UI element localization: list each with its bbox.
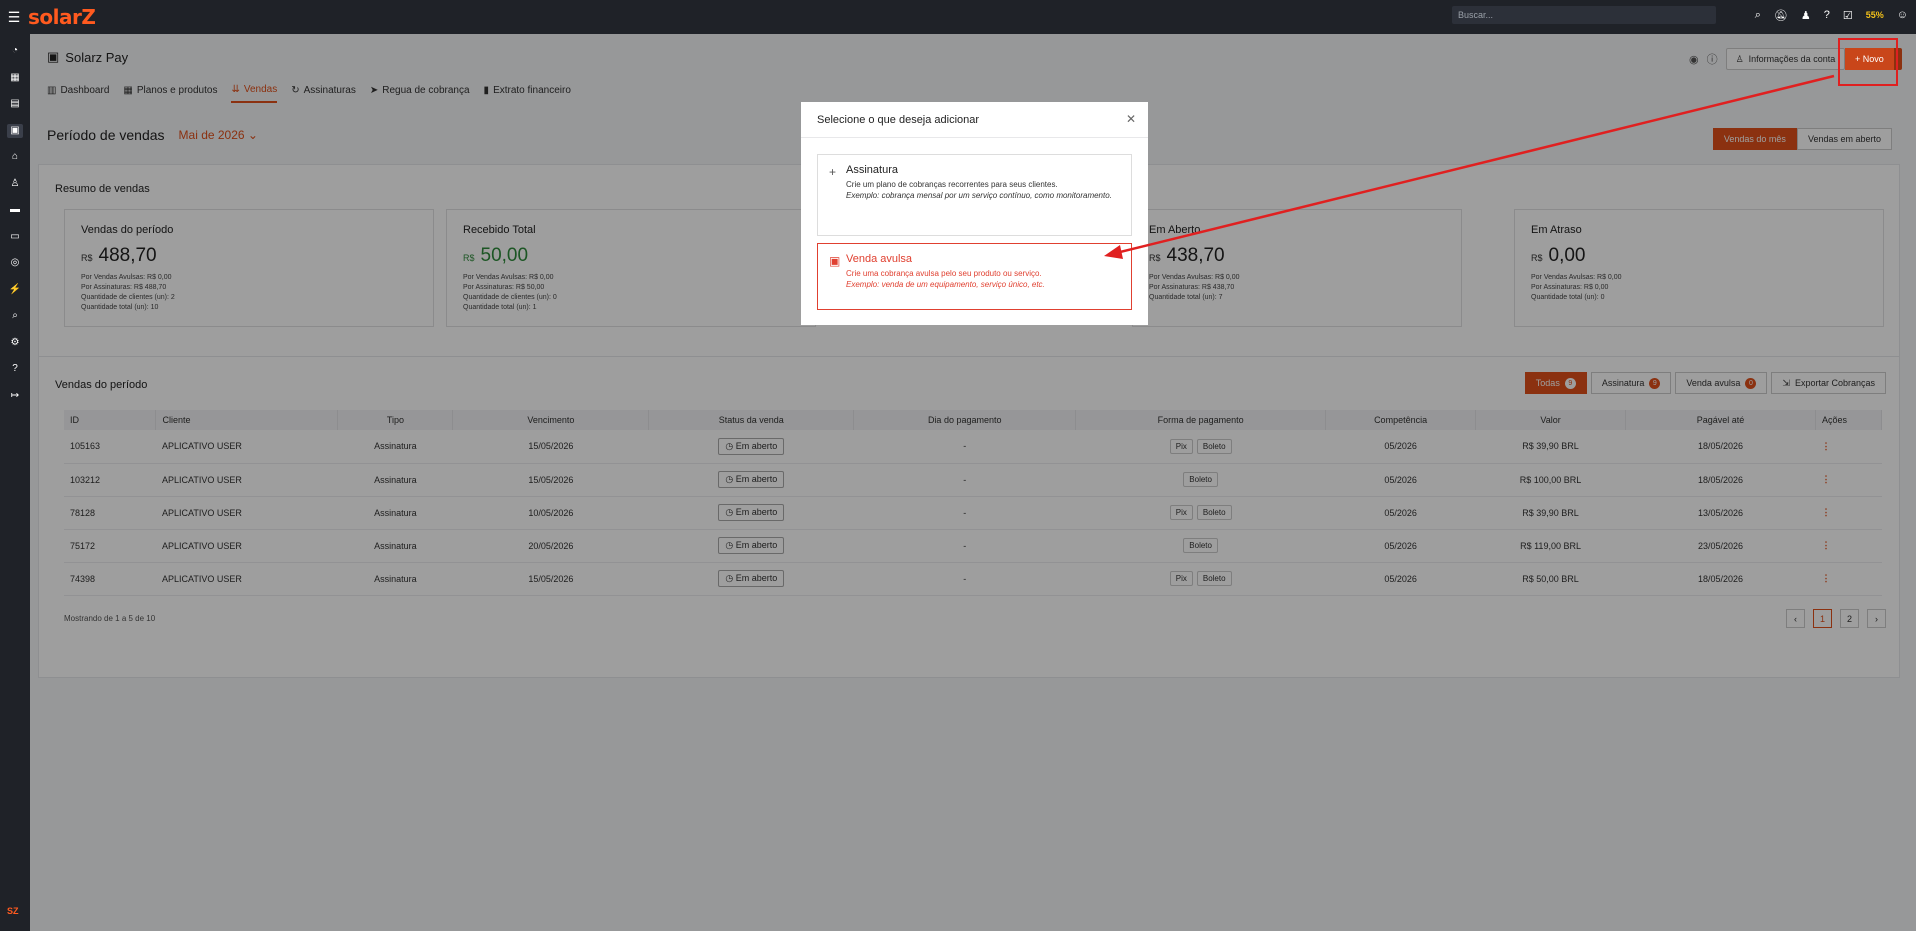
trophy-icon[interactable]: 55%	[1866, 9, 1884, 21]
option-description: Crie uma cobrança avulsa pelo seu produt…	[846, 269, 1042, 278]
option-title: Venda avulsa	[846, 253, 913, 265]
clipboard-icon[interactable]: ☑	[1843, 9, 1853, 22]
option-subscription[interactable]: + Assinatura Crie um plano de cobranças …	[817, 154, 1132, 236]
search-input[interactable]: Buscar...	[1452, 6, 1716, 24]
whatsapp-icon[interactable]: ◎	[7, 256, 23, 270]
annotation-box	[1838, 38, 1898, 86]
user-icon[interactable]: ♙	[7, 177, 23, 191]
option-single-sale[interactable]: ▣ Venda avulsa Crie uma cobrança avulsa …	[817, 243, 1132, 310]
dashboard-icon[interactable]: ◔	[7, 44, 23, 58]
pay-icon[interactable]: ▣	[7, 124, 23, 138]
people-icon[interactable]: ♟	[1801, 9, 1811, 22]
top-icons: ⌕ 🔕︎ ♟ ? ☑ 55% ☺	[1755, 0, 1908, 30]
list-icon[interactable]: ▬	[7, 203, 23, 217]
plus-icon: +	[829, 165, 837, 179]
logo[interactable]: solarZ	[28, 5, 96, 29]
option-title: Assinatura	[846, 164, 898, 176]
search-icon[interactable]: ⌕	[1755, 9, 1761, 22]
plug-icon[interactable]: ⚡	[7, 283, 23, 297]
option-description: Crie um plano de cobranças recorrentes p…	[846, 180, 1058, 189]
user-menu-icon[interactable]: ☺	[1897, 9, 1908, 21]
home-icon[interactable]: ⌂	[7, 150, 23, 164]
sidebar-footer-logo: SZ	[7, 906, 19, 916]
divider	[801, 137, 1148, 138]
settings-icon[interactable]: ⚙	[7, 336, 23, 350]
grid-icon[interactable]: ▦	[7, 71, 23, 85]
help-icon[interactable]: ?	[1824, 9, 1830, 21]
option-example: Exemplo: venda de um equipamento, serviç…	[846, 280, 1045, 289]
option-example: Exemplo: cobrança mensal por um serviço …	[846, 191, 1112, 200]
dialog-title: Selecione o que deseja adicionar	[817, 114, 980, 126]
close-icon[interactable]: ✕	[1126, 112, 1136, 126]
ticket-icon: ▣	[829, 254, 841, 268]
add-dialog: Selecione o que deseja adicionar ✕ + Ass…	[801, 102, 1148, 325]
help-icon[interactable]: ?	[7, 362, 23, 376]
top-bar: ☰ solarZ Buscar... ⌕ 🔕︎ ♟ ? ☑ 55% ☺	[0, 0, 1916, 34]
card-icon[interactable]: ▭	[7, 230, 23, 244]
search-icon[interactable]: ⌕	[7, 309, 23, 323]
document-icon[interactable]: ▤	[7, 97, 23, 111]
bell-off-icon[interactable]: 🔕︎	[1774, 9, 1788, 22]
logout-icon[interactable]: ↦	[7, 389, 23, 403]
progress-label: 55%	[1865, 10, 1884, 20]
menu-icon[interactable]: ☰	[0, 9, 28, 26]
sidebar: ◔ ▦ ▤ ▣ ⌂ ♙ ▬ ▭ ◎ ⚡ ⌕ ⚙ ? ↦ SZ	[0, 34, 30, 931]
